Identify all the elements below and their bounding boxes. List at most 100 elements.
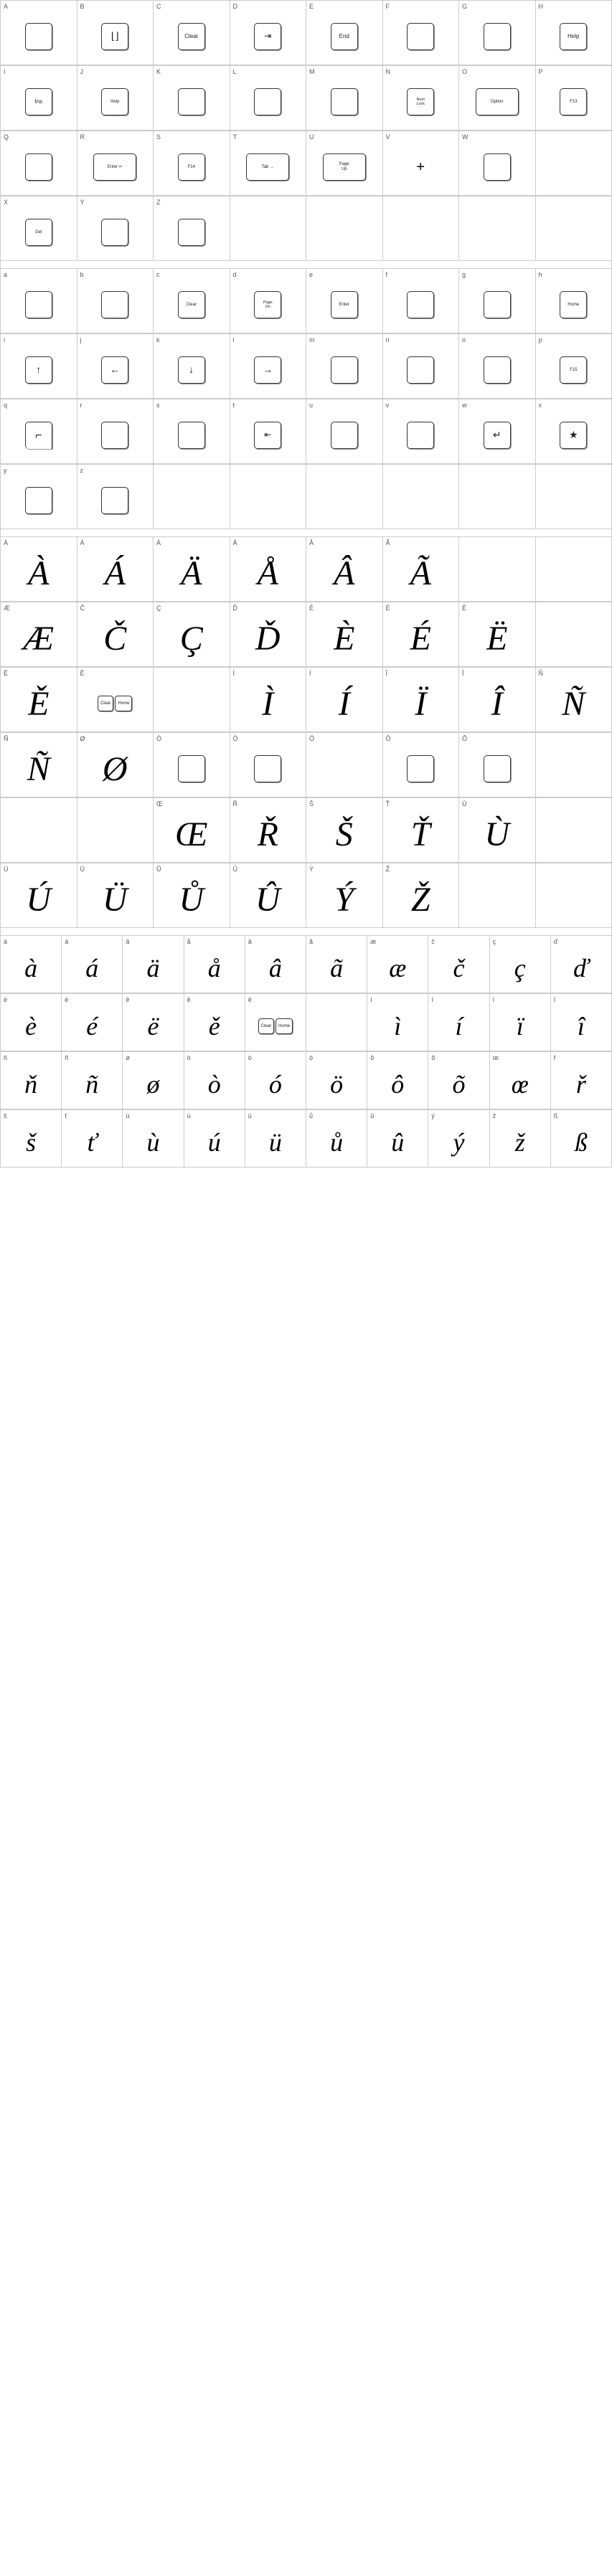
key-C[interactable]: Clear	[178, 23, 205, 50]
key-F[interactable]	[407, 23, 434, 50]
cell-empty-au7	[77, 798, 154, 863]
key-lo[interactable]	[484, 356, 511, 384]
key-lq[interactable]: ⌐	[25, 422, 52, 449]
cell-lf: f	[383, 269, 460, 333]
key-S[interactable]: F14	[178, 153, 205, 181]
key-lx[interactable]: ★	[560, 422, 587, 449]
cell-la-umlaut: ä ä	[123, 936, 184, 993]
key-I[interactable]: Ins	[25, 88, 52, 115]
cell-ld-caron: ď ď	[551, 936, 612, 993]
key-P[interactable]: F13	[560, 88, 587, 115]
key-lr[interactable]	[101, 422, 128, 449]
key-ls[interactable]	[178, 422, 205, 449]
key-G[interactable]	[484, 23, 511, 50]
cell-OE: Œ Œ	[154, 798, 230, 863]
key-lt[interactable]: ⇤	[254, 422, 281, 449]
key-W[interactable]	[484, 153, 511, 181]
key-T[interactable]: Tab →	[246, 153, 289, 181]
key-lg[interactable]	[484, 291, 511, 318]
clear-mini-key2[interactable]: Clear	[258, 1018, 274, 1034]
cell-li-circ: î î	[551, 994, 612, 1051]
key-grid-row3: Q R Enter ↵ S F14 T Tab → U Page	[0, 131, 612, 196]
key-D[interactable]: ⇥	[254, 23, 281, 50]
key-M[interactable]	[331, 88, 358, 115]
cell-eszett: ß ß	[551, 1110, 612, 1168]
cell-lu-umlaut: ü ü	[245, 1110, 306, 1168]
cell-lu-circ: û û	[367, 1110, 428, 1168]
key-Q[interactable]	[25, 153, 52, 181]
cell-O-circ-key: Ô	[383, 733, 460, 797]
key-O-circ[interactable]	[407, 755, 434, 782]
key-ld[interactable]: PageOn	[254, 291, 281, 318]
char-AE: Æ	[23, 619, 54, 658]
cell-empty-au2	[536, 537, 612, 602]
key-L[interactable]	[254, 88, 281, 115]
key-J[interactable]: Help	[101, 88, 128, 115]
key-R[interactable]: Enter ↵	[93, 153, 136, 181]
cell-empty-al1	[306, 994, 367, 1051]
key-lw[interactable]: ↵	[484, 422, 511, 449]
home-mini-key[interactable]: Home	[115, 696, 132, 711]
key-O[interactable]: Option	[476, 88, 519, 115]
clear-mini-key[interactable]: Clear	[98, 696, 113, 711]
key-le[interactable]: Enter	[331, 291, 358, 318]
cell-D: D ⇥	[230, 1, 307, 65]
cell-N-tilde2: Ñ Ñ	[1, 733, 77, 797]
key-lj[interactable]: ←	[101, 356, 128, 384]
char-lu-ring: ů	[330, 1127, 343, 1157]
char-A-ring: Å	[258, 554, 278, 593]
key-la[interactable]	[25, 291, 52, 318]
key-lh[interactable]: Home	[560, 291, 587, 318]
cell-loe: œ œ	[490, 1052, 551, 1109]
char-lo-umlaut: ö	[330, 1069, 343, 1099]
char-la-circ: â	[269, 953, 282, 983]
cell-A-grave: À À	[1, 537, 77, 602]
key-lm[interactable]	[331, 356, 358, 384]
key-lv[interactable]	[407, 422, 434, 449]
key-N[interactable]: NumLock	[407, 88, 434, 115]
cell-empty-au8	[536, 798, 612, 863]
cell-empty7	[154, 465, 230, 529]
key-lz[interactable]	[101, 487, 128, 514]
home-mini-key2[interactable]: Home	[276, 1018, 293, 1034]
key-ly[interactable]	[25, 487, 52, 514]
key-Z[interactable]	[178, 219, 205, 246]
key-ln[interactable]	[407, 356, 434, 384]
cell-A-ring: Å Å	[230, 537, 307, 602]
cell-ly-acute: ý ý	[428, 1110, 489, 1168]
cell-le: e Enter	[306, 269, 383, 333]
key-O-tilde[interactable]	[484, 755, 511, 782]
key-E[interactable]: End	[331, 23, 358, 50]
key-lk[interactable]: ↓	[178, 356, 205, 384]
key-lu[interactable]	[331, 422, 358, 449]
accent-lower-grid1: à à á á ä ä å å â â	[0, 935, 612, 993]
cell-D-caron: Ď Ď	[230, 602, 307, 667]
key-X[interactable]: Del	[25, 219, 52, 246]
key-O-grave[interactable]	[178, 755, 205, 782]
cell-U-ring: Ů Ů	[154, 863, 230, 928]
key-ll[interactable]: →	[254, 356, 281, 384]
cell-S: S F14	[154, 131, 230, 196]
key-li[interactable]: ↑	[25, 356, 52, 384]
key-O-acute[interactable]	[254, 755, 281, 782]
key-lp[interactable]: F15	[560, 356, 587, 384]
key-A[interactable]	[25, 23, 52, 50]
cell-A-umlaut: Ä Ä	[154, 537, 230, 602]
char-lo-grave: ò	[208, 1069, 221, 1099]
cell-empty6	[536, 196, 612, 261]
key-lb[interactable]	[101, 291, 128, 318]
key-U[interactable]: PageUp	[323, 153, 366, 181]
cell-Q: Q	[1, 131, 77, 196]
key-lf[interactable]	[407, 291, 434, 318]
char-le-umlaut: ë	[148, 1011, 159, 1041]
key-lc[interactable]: Clear	[178, 291, 205, 318]
key-B[interactable]: ⌊⌋	[101, 23, 128, 50]
char-OE: Œ	[175, 815, 207, 854]
key-Y[interactable]	[101, 219, 128, 246]
cell-I-umlaut: Ï Ï	[383, 668, 460, 732]
accent-upper-grid2: Æ Æ Č Č Ç Ç Ď Ď È È	[0, 602, 612, 667]
key-H[interactable]: Help	[560, 23, 587, 50]
key-K[interactable]	[178, 88, 205, 115]
char-I-circ: Î	[491, 684, 503, 724]
clear-home-key-group2: Clear Home	[258, 1018, 293, 1034]
